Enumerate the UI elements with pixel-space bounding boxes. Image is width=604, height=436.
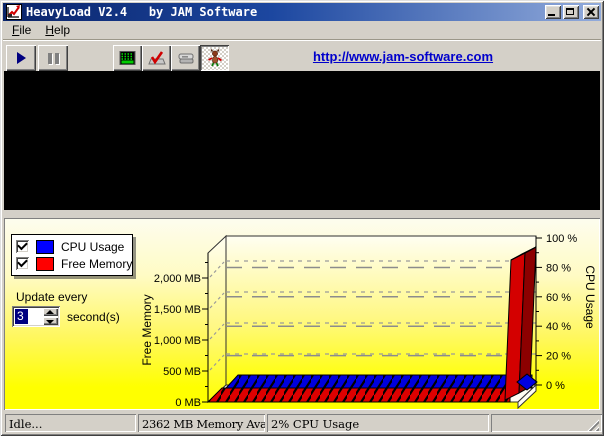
right-axis-title: CPU Usage [583, 265, 597, 329]
mascot-icon [206, 49, 224, 67]
status-bar: Idle... 2362 MB Memory Available 2% CPU … [3, 412, 601, 434]
status-cpu: 2% CPU Usage [267, 414, 489, 432]
pause-icon [48, 53, 59, 64]
legend-row-cpu: CPU Usage [16, 238, 128, 255]
left-axis-title: Free Memory [140, 294, 154, 365]
menu-file[interactable]: File [5, 21, 38, 40]
interval-spinner[interactable]: 3 [12, 306, 60, 327]
heavyload-window: HeavyLoad V2.4 by JAM Software File Help [0, 0, 604, 436]
status-extra [491, 414, 602, 432]
legend-label-memory: Free Memory [61, 257, 132, 271]
cpu-color-swatch [36, 240, 54, 254]
free-memory-ribbon [208, 388, 510, 402]
memory-color-swatch [36, 257, 54, 271]
left-tick: 1,000 MB [154, 335, 201, 347]
right-tick: 40 % [546, 321, 571, 333]
chevron-up-icon [46, 310, 54, 314]
minimize-button[interactable] [545, 5, 561, 19]
device-burn-icon [177, 50, 195, 66]
spinner-down-button[interactable] [43, 317, 58, 325]
maximize-icon [566, 8, 574, 15]
cpu-load-toggle[interactable] [142, 45, 171, 71]
legend-row-memory: Free Memory [16, 255, 128, 272]
left-tick: 1,500 MB [154, 304, 201, 316]
app-chart-icon [6, 4, 22, 20]
update-every-label: Update every [16, 290, 87, 304]
pause-test-button[interactable] [38, 45, 68, 71]
load-display-area [4, 71, 600, 210]
right-tick: 20 % [546, 351, 571, 363]
monitor-panel: 0 MB 500 MB 1,000 MB 1,500 MB 2,000 MB 0… [4, 218, 600, 410]
seconds-label: second(s) [67, 310, 120, 324]
status-memory: 2362 MB Memory Available [138, 414, 265, 432]
title-bar: HeavyLoad V2.4 by JAM Software [3, 3, 601, 21]
menu-bar: File Help [3, 21, 601, 40]
close-button[interactable] [583, 5, 599, 19]
screen-load-toggle[interactable] [113, 45, 142, 71]
check-test-icon [148, 50, 166, 66]
mascot-animation-toggle[interactable] [200, 45, 229, 71]
status-state: Idle... [5, 414, 136, 432]
cpu-usage-checkbox[interactable] [16, 240, 29, 253]
left-tick: 2,000 MB [154, 273, 201, 285]
toolbar: http://www.jam-software.com [3, 40, 601, 71]
chart-back-wall [226, 236, 536, 385]
chart-legend: CPU Usage Free Memory [11, 234, 133, 276]
write-test-file-toggle[interactable] [171, 45, 200, 71]
right-tick: 80 % [546, 262, 571, 274]
spinner-up-button[interactable] [43, 308, 58, 316]
right-tick: 100 % [546, 233, 577, 245]
chart-left-wall [208, 236, 226, 402]
free-memory-checkbox[interactable] [16, 257, 29, 270]
cpu-usage-ribbon [226, 375, 532, 388]
check-icon [17, 257, 28, 268]
window-title: HeavyLoad V2.4 by JAM Software [26, 5, 543, 19]
right-tick: 0 % [546, 380, 565, 392]
chevron-down-icon [46, 320, 54, 324]
maximize-button[interactable] [563, 5, 579, 19]
play-icon [17, 52, 26, 64]
start-test-button[interactable] [6, 45, 36, 71]
legend-label-cpu: CPU Usage [61, 240, 124, 254]
screen-test-icon [119, 50, 136, 66]
right-tick: 60 % [546, 292, 571, 304]
minimize-icon [548, 14, 555, 16]
menu-help[interactable]: Help [38, 21, 77, 40]
interval-input[interactable]: 3 [12, 306, 43, 327]
splitter [4, 210, 600, 218]
check-icon [17, 240, 28, 251]
left-tick: 500 MB [163, 366, 201, 378]
jam-software-link[interactable]: http://www.jam-software.com [293, 49, 513, 64]
left-tick: 0 MB [175, 397, 201, 409]
